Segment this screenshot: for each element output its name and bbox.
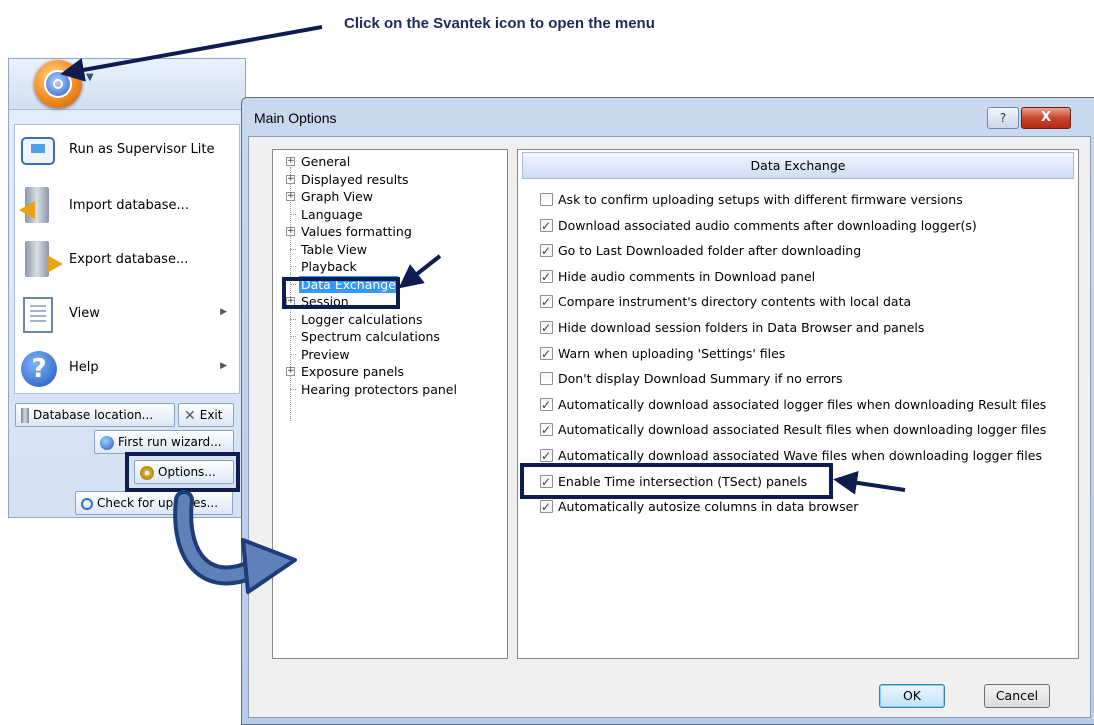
curved-arrow-head bbox=[241, 538, 297, 594]
arrow-to-orb bbox=[60, 25, 323, 82]
arrow-to-tsect bbox=[833, 470, 906, 495]
annotation-arrows bbox=[60, 25, 906, 594]
arrow-to-data-exchange bbox=[398, 254, 442, 289]
